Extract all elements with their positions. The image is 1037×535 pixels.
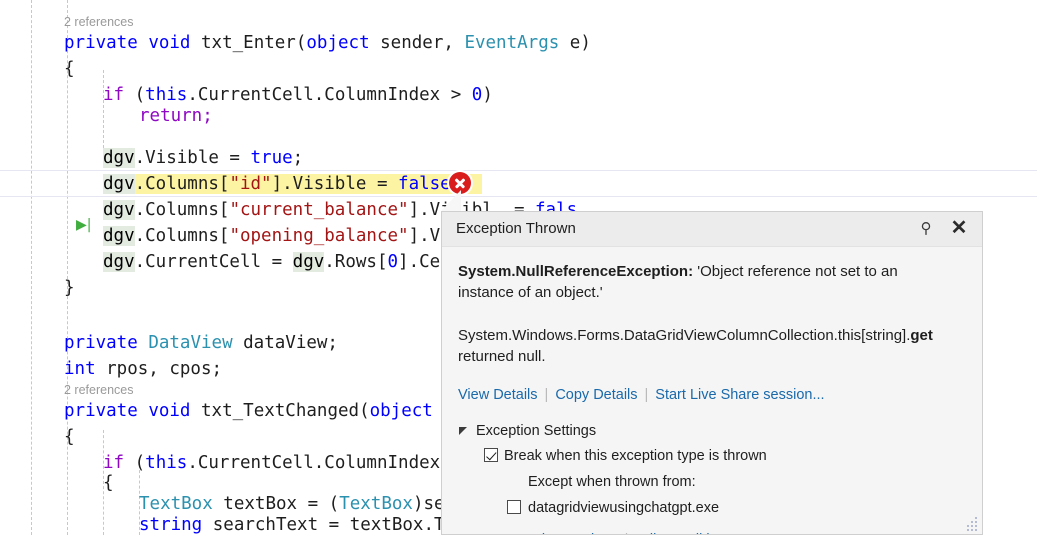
token-method-name: txt_Enter bbox=[201, 33, 296, 53]
expander-triangle-icon[interactable] bbox=[459, 427, 467, 435]
exception-detail-suffix: returned null. bbox=[458, 348, 546, 365]
token-string: "id" bbox=[229, 174, 272, 194]
module-exclusion-label: datagridviewusingchatgpt.exe bbox=[528, 500, 720, 516]
code-line-return: return; bbox=[139, 103, 213, 129]
exception-dialog-body: System.NullReferenceException: 'Object r… bbox=[442, 261, 982, 534]
exception-thrown-dialog[interactable]: Exception Thrown ⚲ ✕ System.NullReferenc… bbox=[441, 211, 983, 535]
code-line-int-fields: int rpos, cpos; bbox=[64, 359, 223, 379]
code-line-brace-close: } bbox=[64, 278, 75, 298]
token-reference-highlight: dgv bbox=[103, 174, 135, 194]
pin-icon[interactable]: ⚲ bbox=[916, 219, 936, 239]
exception-message: System.NullReferenceException: 'Object r… bbox=[458, 261, 938, 303]
code-line-method-signature: private void txt_Enter(object sender, Ev… bbox=[64, 33, 591, 53]
token-keyword: int bbox=[64, 359, 96, 379]
exception-type: System.NullReferenceException: bbox=[458, 263, 694, 280]
code-line-if-columnindex-2: if (this.CurrentCell.ColumnIndex == bbox=[103, 453, 472, 473]
token-keyword: object bbox=[369, 401, 433, 421]
link-separator: | bbox=[544, 387, 549, 403]
code-line-brace-open: { bbox=[64, 59, 75, 79]
token-keyword: private bbox=[64, 33, 138, 53]
exception-detail-member: get bbox=[910, 327, 933, 344]
code-line-currentcell: dgv.CurrentCell = dgv.Rows[0].Cells bbox=[103, 252, 472, 272]
tooltip-notch bbox=[441, 190, 461, 211]
module-exclusion-row[interactable]: datagridviewusingchatgpt.exe bbox=[458, 498, 966, 518]
token-keyword: void bbox=[148, 33, 191, 53]
token-reference-highlight: dgv bbox=[292, 252, 325, 272]
token-string: "opening_balance" bbox=[229, 226, 409, 246]
exception-settings-section: Exception Settings Break when this excep… bbox=[458, 421, 966, 518]
copy-details-link[interactable]: Copy Details bbox=[555, 387, 637, 403]
token-method-name: txt_TextChanged bbox=[201, 401, 360, 421]
token-keyword: private bbox=[64, 333, 138, 353]
token-keyword: string bbox=[139, 515, 203, 535]
code-line-opening-balance: dgv.Columns["opening_balance"].Visi bbox=[103, 226, 472, 246]
codelens-references-mid[interactable]: 2 references bbox=[64, 382, 133, 398]
module-exclusion-checkbox[interactable] bbox=[507, 500, 521, 514]
code-line-dataview-field: private DataView dataView; bbox=[64, 333, 338, 353]
token-keyword: this bbox=[145, 85, 188, 105]
token-type: TextBox bbox=[139, 494, 213, 514]
start-live-share-link[interactable]: Start Live Share session... bbox=[655, 387, 824, 403]
token-reference-highlight: dgv bbox=[103, 252, 135, 272]
exception-settings-label: Exception Settings bbox=[476, 423, 597, 439]
code-line-textchanged-signature: private void txt_TextChanged(object sen bbox=[64, 401, 475, 421]
view-details-link[interactable]: View Details bbox=[458, 387, 538, 403]
code-line-brace-open-3: { bbox=[103, 473, 114, 493]
exception-action-links: View Details | Copy Details | Start Live Sha… bbox=[458, 385, 966, 405]
exception-detail-prefix: System.Windows.Forms.DataGridViewColumnC… bbox=[458, 327, 911, 344]
token-keyword: private bbox=[64, 401, 138, 421]
resize-grip[interactable] bbox=[965, 517, 979, 531]
exception-bottom-links: Open Exception Settings|Edit Conditions bbox=[458, 530, 966, 534]
token-string: "current_balance" bbox=[229, 200, 409, 220]
exception-detail: System.Windows.Forms.DataGridViewColumnC… bbox=[458, 325, 940, 367]
exception-dialog-titlebar: Exception Thrown ⚲ ✕ bbox=[442, 212, 982, 247]
token-keyword: object bbox=[306, 33, 370, 53]
token-reference-highlight: dgv bbox=[103, 200, 135, 220]
token-keyword: this bbox=[145, 453, 188, 473]
code-line-brace-open-2: { bbox=[64, 427, 75, 447]
token-execution-highlight: .Columns["id"].Visible = false; bbox=[134, 174, 483, 194]
token-type: EventArgs bbox=[464, 33, 560, 53]
exception-settings-header[interactable]: Exception Settings bbox=[458, 421, 966, 441]
code-line-searchtext: string searchText = textBox.Tex bbox=[139, 515, 466, 535]
break-when-thrown-checkbox[interactable] bbox=[484, 448, 498, 462]
except-when-thrown-row: Except when thrown from: bbox=[458, 472, 966, 492]
token-reference-highlight: dgv bbox=[103, 226, 135, 246]
run-to-cursor-icon[interactable]: ▶| bbox=[76, 216, 94, 234]
token-type: TextBox bbox=[339, 494, 413, 514]
link-separator: | bbox=[644, 387, 649, 403]
token-control-keyword: if bbox=[103, 85, 125, 105]
break-when-thrown-label: Break when this exception type is thrown bbox=[504, 448, 767, 464]
codelens-references-top[interactable]: 2 references bbox=[64, 14, 133, 30]
exception-dialog-title: Exception Thrown bbox=[456, 220, 576, 237]
token-type: DataView bbox=[148, 333, 233, 353]
token-reference-highlight: dgv bbox=[103, 148, 135, 168]
visual-studio-editor-window: 2 references private void txt_Enter(obje… bbox=[0, 0, 1037, 535]
token-control-keyword: return; bbox=[139, 106, 213, 126]
code-line-current-statement: dgv.Columns["id"].Visible = false; bbox=[103, 171, 483, 197]
except-when-thrown-label: Except when thrown from: bbox=[528, 474, 696, 490]
close-icon[interactable]: ✕ bbox=[948, 216, 970, 240]
code-line-dgv-visible: dgv.Visible = true; bbox=[103, 148, 304, 168]
token-keyword: true bbox=[250, 148, 293, 168]
break-when-thrown-row[interactable]: Break when this exception type is thrown bbox=[458, 446, 966, 466]
token-keyword: void bbox=[148, 401, 191, 421]
